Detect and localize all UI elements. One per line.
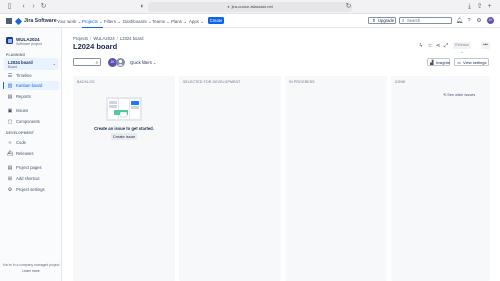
board-column-selected[interactable]: SELECTED FOR DEVELOPMENT: [179, 76, 281, 281]
code-icon: ‹›: [8, 139, 12, 146]
search-input[interactable]: ⌕ Search: [399, 17, 452, 24]
board-column-done[interactable]: DONE ⟲ See older issues: [391, 76, 490, 281]
sidebar-item-code[interactable]: ‹› Code: [4, 138, 59, 147]
share-icon[interactable]: ⇪: [476, 3, 483, 10]
reader-icon[interactable]: ↻: [345, 3, 352, 10]
main-content: Projects / WULA2024/L2024 board L2024 boar…: [63, 28, 500, 281]
sidebar-item-reports[interactable]: ▤ Reports: [4, 92, 59, 101]
logo-text: Jira Software: [24, 18, 57, 24]
nav-dashboards[interactable]: Dashboards ⌄: [123, 18, 152, 25]
board-column-in-progress[interactable]: IN PROGRESS: [285, 76, 387, 281]
reports-icon: ▤: [7, 93, 13, 100]
url-text: jira-ounce.atlassian.net: [231, 4, 273, 9]
lock-icon: ●: [227, 4, 230, 9]
nav-plans[interactable]: Plans ⌄: [171, 18, 187, 25]
releases-icon: ⛴: [7, 150, 14, 157]
insights-button[interactable]: ▟ Insights: [427, 58, 450, 66]
project-type: Software project: [16, 42, 42, 46]
view-settings-button[interactable]: ⚌ View settings: [454, 58, 489, 66]
create-button[interactable]: Create: [208, 17, 224, 24]
nav-your-work[interactable]: Your work ⌄: [57, 18, 81, 25]
project-avatar-icon: [6, 37, 13, 44]
notifications-icon[interactable]: 🔔︎: [456, 18, 463, 24]
search-icon: ⌕: [95, 60, 98, 65]
issues-icon: ▣: [7, 107, 13, 114]
address-bar[interactable]: ● jira-ounce.atlassian.net: [148, 2, 352, 12]
sidebar-item-project-pages[interactable]: ▤ Project pages: [4, 163, 59, 172]
avatar-filter-unassigned[interactable]: [116, 57, 125, 67]
board-search-input[interactable]: ⌕: [73, 58, 101, 66]
board-column-backlog[interactable]: BACKLOG Create an issue to get started. …: [73, 76, 175, 281]
sidebar-item-components[interactable]: ▢ Components: [4, 117, 59, 126]
share-icon[interactable]: ⋖: [435, 43, 441, 49]
timeline-icon: ☰: [7, 72, 13, 79]
learn-more-link[interactable]: Learn more: [0, 269, 62, 273]
chevron-down-icon: ⌄: [52, 61, 56, 66]
managed-project-note: You're in a company-managed project: [2, 263, 60, 267]
star-icon[interactable]: ☆: [427, 43, 433, 49]
help-icon[interactable]: ?: [466, 18, 472, 24]
shortcut-icon: ⊞: [7, 175, 13, 182]
top-navigation: Jira Software Your work ⌄ Projects ⌄ Fil…: [0, 14, 500, 28]
lightning-icon[interactable]: ϟ: [418, 43, 424, 49]
components-icon: ▢: [7, 118, 13, 125]
breadcrumb-projects[interactable]: Projects: [73, 36, 88, 41]
board-icon: ▥: [7, 82, 13, 89]
upgrade-button[interactable]: ⬆ Upgrade: [368, 17, 396, 24]
sidebar-item-issues[interactable]: ▣ Issues: [4, 106, 59, 115]
settings-icon: ⚙: [7, 186, 13, 193]
forward-icon[interactable]: ›: [30, 3, 37, 10]
upgrade-icon: ⬆: [372, 18, 376, 23]
nav-apps[interactable]: Apps ⌄: [189, 18, 204, 25]
release-button[interactable]: Release ⌄: [453, 42, 471, 54]
nav-projects[interactable]: Projects ⌄: [82, 18, 103, 28]
search-icon: ⌕: [402, 18, 405, 23]
breadcrumb-project[interactable]: WULA2024: [93, 36, 114, 41]
development-header: DEVELOPMENT: [6, 131, 35, 135]
user-icon: [117, 59, 124, 66]
column-title: DONE: [395, 80, 406, 84]
board-selector[interactable]: L2024 board Board ⌄: [4, 58, 59, 70]
planning-header: PLANNING: [6, 53, 26, 57]
column-title: BACKLOG: [77, 80, 95, 84]
back-icon[interactable]: ‹: [20, 3, 27, 10]
board-selector-title: L2024 board: [8, 59, 33, 65]
sidebar-item-project-settings[interactable]: ⚙ Project settings: [4, 185, 59, 194]
pages-icon: ▤: [7, 164, 13, 171]
breadcrumb-board[interactable]: L2024 board: [120, 36, 144, 41]
more-actions-button[interactable]: •••: [481, 42, 490, 49]
profile-avatar[interactable]: JK: [487, 17, 494, 24]
page-title: L2024 board: [73, 42, 118, 51]
column-title: IN PROGRESS: [289, 80, 315, 84]
jira-logo-icon: [14, 17, 23, 25]
insights-icon: ▟: [430, 60, 434, 65]
sliders-icon: ⚌: [457, 60, 462, 65]
sidebar-toggle-icon[interactable]: ▯: [6, 3, 13, 10]
nav-filters[interactable]: Filters ⌄: [104, 18, 121, 25]
settings-icon[interactable]: ⚙: [476, 18, 482, 24]
empty-state-title: Create an issue to get started.: [94, 126, 154, 131]
fullscreen-icon[interactable]: ⤢: [443, 43, 449, 49]
breadcrumb: Projects / WULA2024/L2024 board: [73, 36, 144, 41]
sidebar-item-kanban-board[interactable]: ▥ Kanban board: [3, 81, 59, 90]
empty-board-illustration: [106, 97, 142, 121]
nav-teams[interactable]: Teams ⌄: [152, 18, 170, 25]
history-icon: ⟲: [443, 93, 447, 97]
download-icon[interactable]: ⤓: [466, 3, 473, 10]
reload-icon[interactable]: ↻: [40, 3, 47, 10]
sidebar-item-timeline[interactable]: ☰ Timeline: [4, 71, 59, 80]
create-issue-button[interactable]: Create issue: [111, 133, 137, 140]
jira-logo[interactable]: Jira Software: [14, 17, 57, 25]
project-sidebar: WULA2024 Software project PLANNING L2024…: [0, 28, 62, 281]
sidebar-item-add-shortcut[interactable]: ⊞ Add shortcut: [4, 174, 59, 183]
quick-filters-dropdown[interactable]: Quick filters ⌄: [130, 60, 157, 65]
see-older-issues-link[interactable]: ⟲ See older issues: [443, 92, 475, 97]
app-switcher-icon[interactable]: [6, 18, 12, 24]
column-title: SELECTED FOR DEVELOPMENT: [183, 80, 241, 84]
shield-icon[interactable]: ◐: [139, 3, 146, 10]
sidebar-item-releases[interactable]: ⛴ Releases: [4, 149, 59, 158]
board-selector-subtitle: Board: [8, 65, 18, 69]
new-tab-icon[interactable]: +: [486, 3, 493, 10]
browser-toolbar: ▯ ‹ › ↻ ◐ ● jira-ounce.atlassian.net ↻ ⤓ …: [0, 0, 500, 14]
